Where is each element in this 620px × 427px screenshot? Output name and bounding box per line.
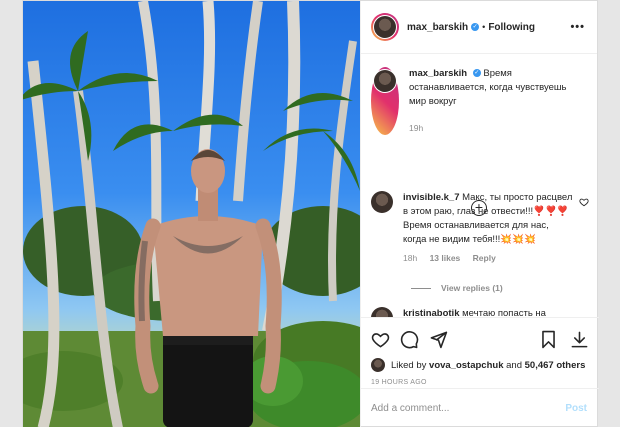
share-icon[interactable] — [429, 330, 448, 349]
comment-likes[interactable]: 13 likes — [430, 253, 461, 263]
add-comment-bar: Post — [361, 388, 599, 427]
comment-username[interactable]: invisible.k_7 — [403, 192, 460, 203]
download-icon[interactable] — [570, 330, 589, 349]
likes-summary: Liked by vova_ostapchuk and 50,467 other… — [371, 358, 589, 372]
following-button[interactable]: Following — [488, 22, 535, 33]
post-sidebar: max_barskih ✓ • Following ••• max_barski… — [360, 1, 599, 427]
comment-icon[interactable] — [400, 330, 419, 349]
comment-body: kristinabotik мечтаю попасть на — [403, 307, 573, 317]
view-replies-button[interactable]: View replies (1) — [411, 283, 589, 293]
caption-age[interactable]: 19h — [409, 123, 423, 133]
more-options-icon[interactable]: ••• — [570, 21, 585, 33]
comment-body: invisible.k_7 Макс, ты просто расцвел в … — [403, 191, 573, 265]
photo-illustration — [23, 1, 360, 427]
caption-username[interactable]: max_barskih — [409, 68, 467, 79]
bookmark-icon[interactable] — [539, 330, 558, 349]
header-username[interactable]: max_barskih — [407, 22, 468, 33]
comment-item: kristinabotik мечтаю попасть на — [371, 307, 589, 317]
comment-username[interactable]: kristinabotik — [403, 308, 460, 317]
replies-line — [411, 287, 431, 289]
likes-and: and — [506, 359, 522, 371]
comment-item: invisible.k_7 Макс, ты просто расцвел в … — [371, 191, 589, 265]
verified-badge-icon: ✓ — [472, 69, 481, 78]
liker-username[interactable]: vova_ostapchuk — [429, 360, 503, 371]
comment-avatar[interactable] — [371, 191, 393, 213]
post-actions: Liked by vova_ostapchuk and 50,467 other… — [361, 317, 599, 386]
author-avatar[interactable] — [374, 16, 396, 38]
header-separator: • — [482, 22, 486, 32]
liked-by-prefix: Liked by — [391, 359, 427, 371]
post-timestamp[interactable]: 19 HOURS AGO — [371, 379, 589, 386]
comment-avatar[interactable] — [371, 307, 393, 317]
post-container: max_barskih ✓ • Following ••• max_barski… — [22, 0, 599, 427]
caption-avatar-ring[interactable] — [371, 67, 399, 135]
action-icons-row — [371, 324, 589, 354]
author-avatar-ring[interactable] — [371, 13, 399, 41]
caption-body: max_barskih ✓ Время останавливается, ког… — [409, 67, 579, 135]
comments-list[interactable]: max_barskih ✓ Время останавливается, ког… — [361, 55, 599, 317]
caption: max_barskih ✓ Время останавливается, ког… — [371, 67, 589, 135]
post-button[interactable]: Post — [565, 403, 587, 414]
verified-badge-icon: ✓ — [471, 23, 480, 31]
likes-count[interactable]: 50,467 others — [525, 360, 586, 371]
post-photo[interactable] — [23, 1, 360, 427]
caption-avatar[interactable] — [374, 70, 396, 92]
comment-heart-icon[interactable] — [579, 197, 589, 207]
view-replies-label: View replies (1) — [441, 283, 503, 293]
liker-avatar[interactable] — [371, 358, 385, 372]
heart-icon[interactable] — [371, 330, 390, 349]
reply-button[interactable]: Reply — [473, 253, 496, 263]
comment-age[interactable]: 18h — [403, 253, 417, 263]
comment-input[interactable] — [371, 403, 566, 414]
comment-text: мечтаю попасть на — [462, 308, 546, 317]
post-header: max_barskih ✓ • Following ••• — [361, 1, 597, 54]
